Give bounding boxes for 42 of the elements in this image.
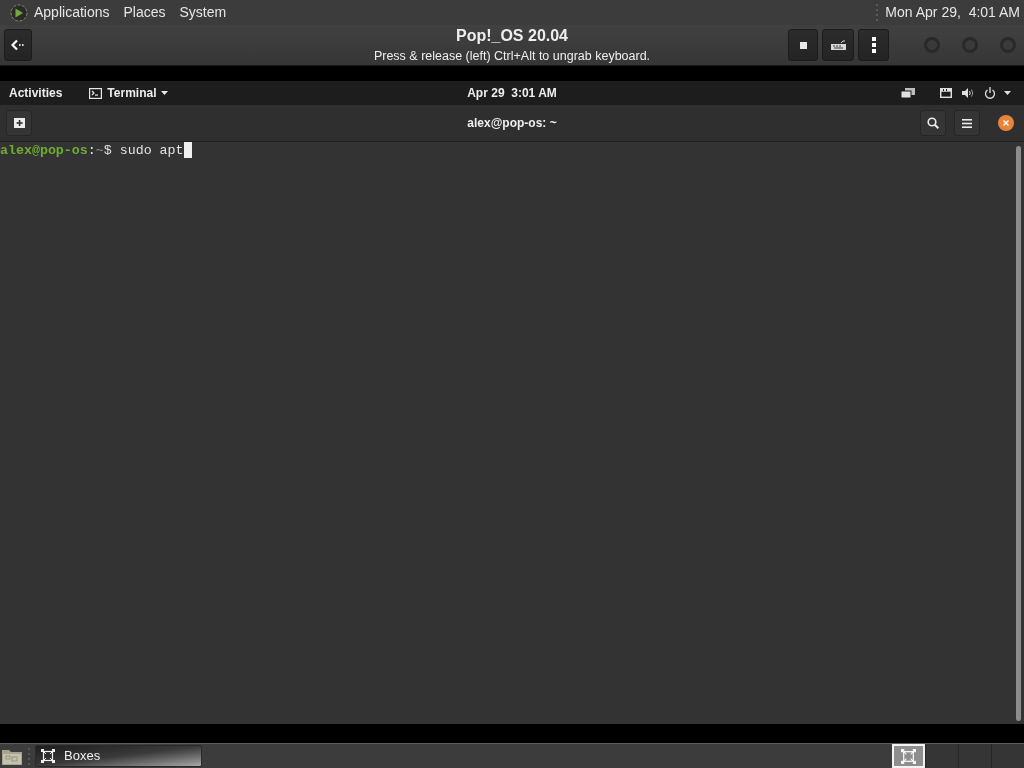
text-cursor (183, 142, 192, 158)
guest-display[interactable]: Activities Terminal Apr 29 3:01 AM alex@pop-os: ~ alex@pop-os:~$ sudo apt (0, 81, 1024, 724)
menu-item[interactable]: System (179, 2, 227, 23)
close-button[interactable] (998, 115, 1014, 131)
new-tab-icon (13, 118, 25, 128)
app-menu-button[interactable]: Terminal (89, 84, 169, 102)
play-circle-icon[interactable] (10, 3, 28, 22)
back-button[interactable] (4, 29, 32, 61)
clock[interactable]: Mon Apr 29, 4:01 AM (885, 2, 1020, 23)
kebab-menu-icon (871, 37, 876, 53)
keyboard-icon (830, 40, 846, 50)
menu-item[interactable]: Places (123, 2, 166, 23)
scrollbar[interactable] (1016, 146, 1021, 721)
window-title: alex@pop-os: ~ (467, 115, 557, 132)
caret-down-icon[interactable] (1004, 91, 1011, 95)
close-icon (1003, 120, 1009, 126)
menu-item[interactable]: Applications (34, 2, 110, 23)
clock[interactable]: Apr 29 3:01 AM (467, 84, 557, 102)
stop-button[interactable] (788, 29, 818, 61)
terminal-icon (89, 87, 103, 99)
taskbar-button[interactable]: Boxes (35, 745, 202, 767)
search-button[interactable] (920, 110, 946, 136)
tray-icon[interactable] (940, 88, 952, 98)
window-subtitle: Press & release (left) Ctrl+Alt to ungrab keyboard. (373, 48, 651, 64)
search-icon (927, 117, 939, 129)
caret-down-icon (161, 91, 169, 95)
power-icon[interactable] (984, 87, 996, 99)
back-arrow-icon (11, 39, 25, 51)
new-tab-button[interactable] (6, 110, 32, 136)
terminal-line: alex@pop-os:~$ sudo apt (0, 142, 184, 159)
screens-icon[interactable] (901, 87, 915, 99)
folder-icon[interactable] (2, 747, 22, 765)
keyboard-button[interactable] (822, 29, 854, 61)
menu-button[interactable] (954, 110, 980, 136)
activities-button[interactable]: Activities (9, 84, 63, 102)
window-title: Pop!_OS 20.04 (455, 26, 568, 46)
boxes-app-icon (901, 748, 916, 764)
hamburger-menu-icon (962, 118, 972, 128)
menu-button[interactable] (858, 29, 889, 61)
volume-icon[interactable] (962, 87, 974, 99)
square-icon (799, 41, 807, 49)
boxes-app-icon (41, 749, 55, 763)
